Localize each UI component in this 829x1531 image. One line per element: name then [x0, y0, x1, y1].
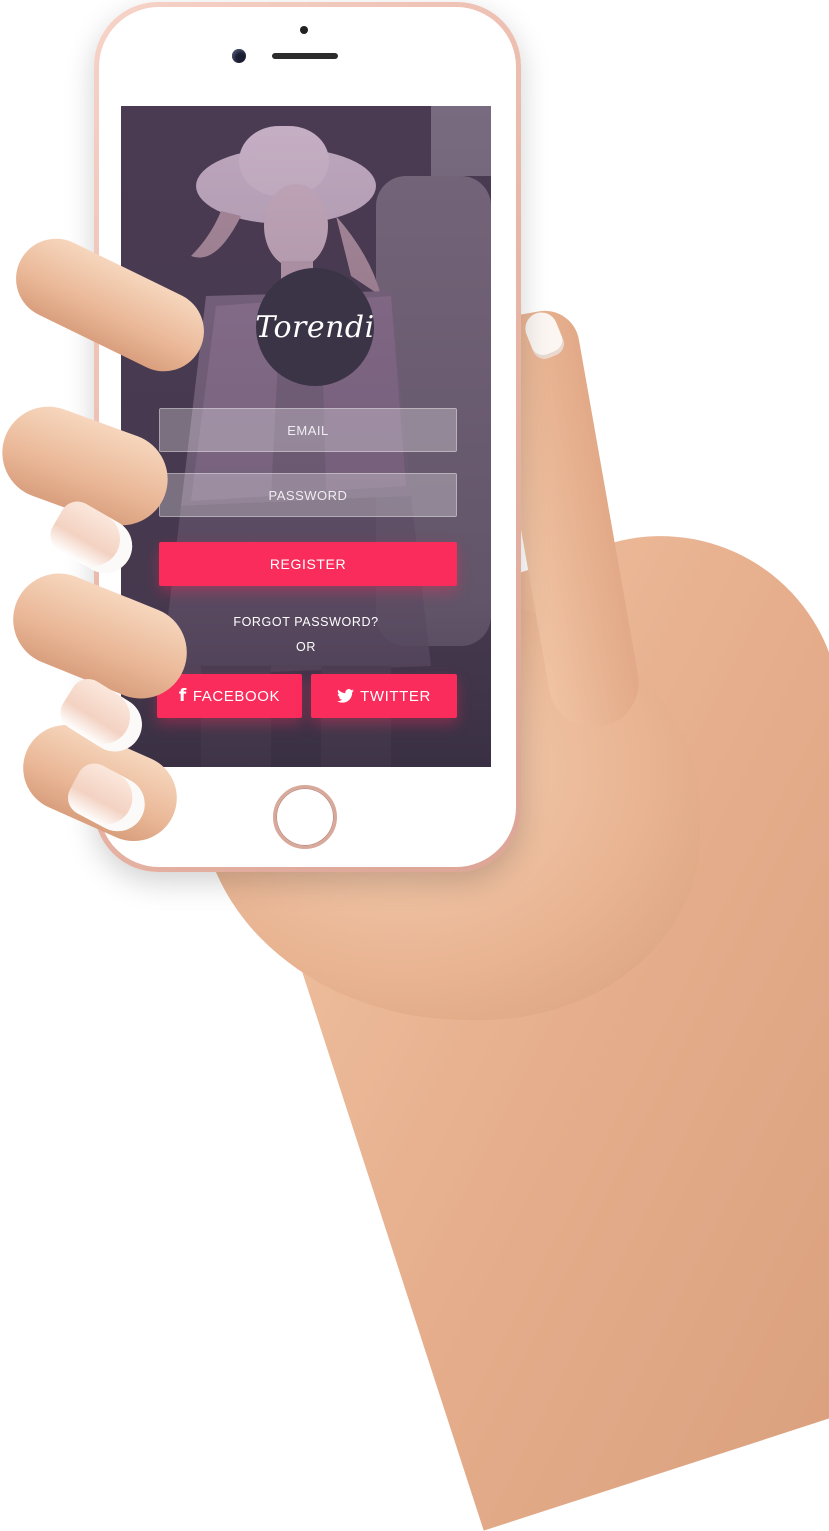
app-logo: Torendi	[255, 268, 375, 386]
facebook-button[interactable]: f FACEBOOK	[157, 674, 302, 718]
twitter-label: TWITTER	[360, 687, 431, 705]
email-field[interactable]	[160, 408, 456, 452]
email-field-wrapper	[159, 408, 457, 452]
password-field[interactable]	[160, 473, 456, 517]
earpiece-speaker	[272, 53, 338, 59]
register-button[interactable]: REGISTER	[159, 542, 457, 586]
home-button[interactable]	[273, 785, 337, 849]
facebook-label: FACEBOOK	[192, 687, 281, 705]
twitter-icon	[337, 689, 354, 703]
front-camera	[232, 49, 246, 63]
password-field-wrapper	[159, 473, 457, 517]
facebook-icon: f	[178, 686, 187, 706]
proximity-sensor	[300, 26, 308, 34]
logo-wordmark: Torendi	[255, 309, 375, 345]
register-label: REGISTER	[269, 556, 347, 572]
twitter-button[interactable]: TWITTER	[311, 674, 457, 718]
